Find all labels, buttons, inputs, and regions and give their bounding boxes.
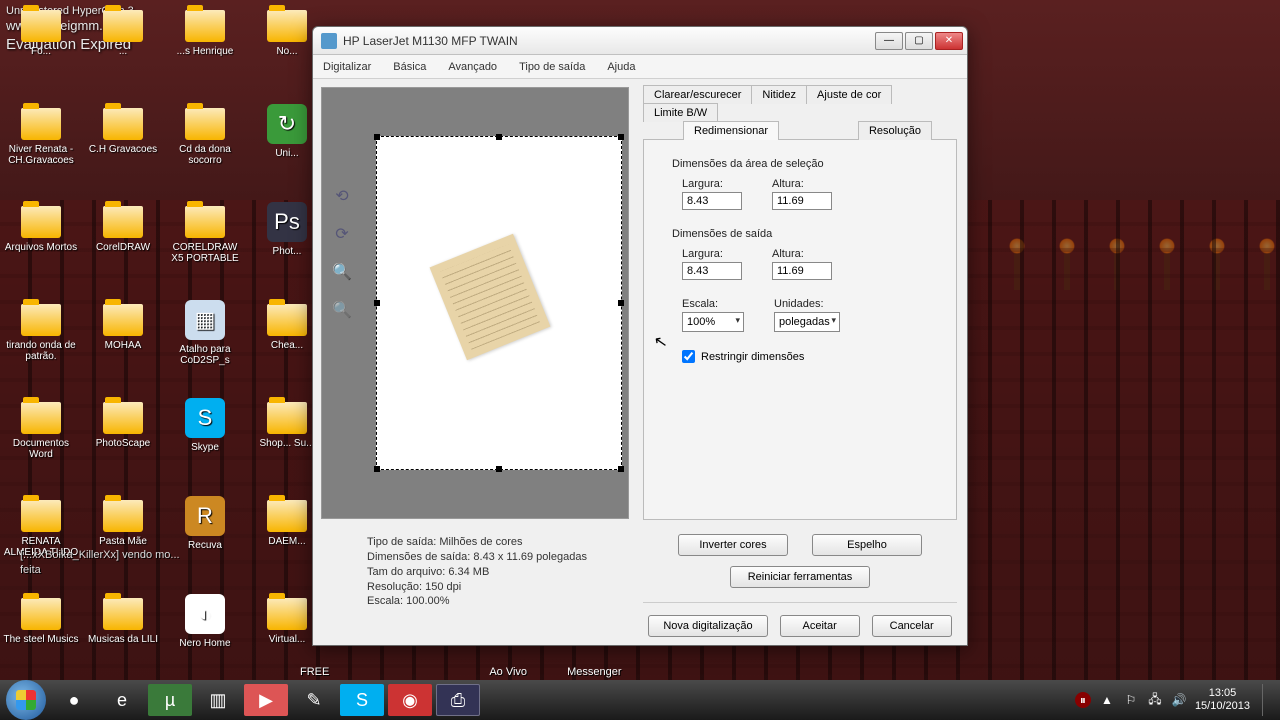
scanned-document [430, 234, 551, 360]
zoom-in-icon[interactable]: 🔍 [330, 260, 354, 284]
window-title: HP LaserJet M1130 MFP TWAIN [343, 34, 875, 48]
desktop-icon[interactable]: The steel Musics [2, 594, 80, 676]
app-icon [321, 33, 337, 49]
desktop-icon[interactable]: Niver Renata - CH.Gravacoes [2, 104, 80, 186]
desktop-icon[interactable]: RENATA ALMEIDA TUDO [2, 496, 80, 578]
restrict-checkbox[interactable] [682, 350, 695, 363]
sel-width-input[interactable] [682, 192, 742, 210]
desktop-icon[interactable]: PhotoScape [84, 398, 162, 480]
close-button[interactable]: ✕ [935, 32, 963, 50]
desktop-icon[interactable]: CorelDRAW [84, 202, 162, 284]
accept-button[interactable]: Aceitar [780, 615, 860, 637]
start-button[interactable] [6, 680, 46, 720]
desktop-icon[interactable]: MOHAA [84, 300, 162, 382]
tray-network-icon[interactable]: 🖧 [1147, 692, 1163, 708]
preview-area: ⟲ ⟳ 🔍 🔍 [321, 87, 629, 519]
show-desktop-button[interactable] [1262, 684, 1270, 716]
tab-nitidez[interactable]: Nitidez [751, 85, 807, 104]
output-dim-title: Dimensões de saída [672, 228, 942, 240]
tray-volume-icon[interactable]: 🔊 [1171, 692, 1187, 708]
desktop-icon[interactable]: Cd da dona socorro [166, 104, 244, 186]
out-width-input[interactable] [682, 262, 742, 280]
mirror-button[interactable]: Espelho [812, 534, 922, 556]
out-height-input[interactable] [772, 262, 832, 280]
scale-select[interactable]: 100% [682, 312, 744, 332]
units-select[interactable]: polegadas [774, 312, 840, 332]
menu-digitalizar[interactable]: Digitalizar [319, 59, 375, 75]
desktop-icon[interactable]: Pasta Mãe [84, 496, 162, 578]
selection-dim-title: Dimensões da área de seleção [672, 158, 942, 170]
desktop-icon[interactable]: ... [84, 6, 162, 88]
zoom-out-icon[interactable]: 🔍 [330, 298, 354, 322]
new-scan-button[interactable]: Nova digitalização [648, 615, 767, 637]
taskbar-utorrent[interactable]: µ [148, 684, 192, 716]
titlebar[interactable]: HP LaserJet M1130 MFP TWAIN — ▢ ✕ [313, 27, 967, 55]
desktop-icon[interactable]: Musicas da LILI [84, 594, 162, 676]
taskbar-scanner[interactable]: ⎙ [436, 684, 480, 716]
desktop-icon[interactable]: ...s Henrique [166, 6, 244, 88]
taskbar-ie[interactable]: e [100, 684, 144, 716]
desktop-icon[interactable]: Documentos Word [2, 398, 80, 480]
restrict-label: Restringir dimensões [701, 351, 804, 363]
menu-ajuda[interactable]: Ajuda [603, 59, 639, 75]
sel-height-label: Altura: [772, 178, 832, 190]
scanner-window: HP LaserJet M1130 MFP TWAIN — ▢ ✕ Digita… [312, 26, 968, 646]
sel-height-input[interactable] [772, 192, 832, 210]
desktop-icon[interactable]: Arquivos Mortos [2, 202, 80, 284]
tab-redimensionar[interactable]: Redimensionar [683, 121, 779, 140]
menu-tipo-saida[interactable]: Tipo de saída [515, 59, 589, 75]
tab-ajuste-cor[interactable]: Ajuste de cor [806, 85, 892, 104]
out-width-label: Largura: [682, 248, 742, 260]
quick-labels: FREE Ao Vivo Messenger [300, 666, 621, 678]
taskbar-skype[interactable]: S [340, 684, 384, 716]
desktop-icon[interactable]: tirando onda de patrão. [2, 300, 80, 382]
desktop-icon[interactable]: ▦Atalho para CoD2SP_s [166, 300, 244, 382]
tab-clarear[interactable]: Clarear/escurecer [643, 85, 752, 104]
output-metadata: Tipo de saída: Milhões de cores Dimensõe… [321, 535, 629, 609]
minimize-button[interactable]: — [875, 32, 903, 50]
scale-label: Escala: [682, 298, 744, 310]
taskbar-chrome[interactable]: ● [52, 684, 96, 716]
menu-basica[interactable]: Básica [389, 59, 430, 75]
desktop-icons-grid: Fo.........s HenriqueNo...Niver Renata -… [0, 0, 320, 682]
desktop-icon[interactable]: CORELDRAW X5 PORTABLE [166, 202, 244, 284]
rotate-left-icon[interactable]: ⟲ [330, 184, 354, 208]
out-height-label: Altura: [772, 248, 832, 260]
desktop-icon[interactable]: RRecuva [166, 496, 244, 578]
maximize-button[interactable]: ▢ [905, 32, 933, 50]
taskbar-explorer[interactable]: ▥ [196, 684, 240, 716]
rotate-right-icon[interactable]: ⟳ [330, 222, 354, 246]
sel-width-label: Largura: [682, 178, 742, 190]
tray-up-icon[interactable]: ▲ [1099, 692, 1115, 708]
resize-panel: Dimensões da área de seleção Largura: Al… [643, 140, 957, 520]
menubar: Digitalizar Básica Avançado Tipo de saíd… [313, 55, 967, 79]
tray-stop-icon[interactable]: ⏸ [1075, 692, 1091, 708]
desktop-icon[interactable]: SSkype [166, 398, 244, 480]
taskbar-notes[interactable]: ✎ [292, 684, 336, 716]
tray-flag-icon[interactable]: ⚐ [1123, 692, 1139, 708]
tab-resolucao[interactable]: Resolução [858, 121, 932, 140]
desktop-icon[interactable]: C.H Gravacoes [84, 104, 162, 186]
menu-avancado[interactable]: Avançado [444, 59, 501, 75]
invert-colors-button[interactable]: Inverter cores [678, 534, 788, 556]
tabs-row: Clarear/escurecer Nitidez Ajuste de cor … [643, 85, 957, 140]
reset-tools-button[interactable]: Reiniciar ferramentas [730, 566, 870, 588]
taskbar: ●eµ▥▶✎S◉⎙ ⏸ ▲ ⚐ 🖧 🔊 13:05 15/10/2013 [0, 680, 1280, 720]
units-label: Unidades: [774, 298, 840, 310]
tab-limite-bw[interactable]: Limite B/W [643, 103, 718, 122]
taskbar-clock[interactable]: 13:05 15/10/2013 [1195, 687, 1250, 713]
system-tray: ⏸ ▲ ⚐ 🖧 🔊 13:05 15/10/2013 [1075, 684, 1274, 716]
desktop-icon[interactable]: ◐Nero Home [166, 594, 244, 676]
desktop-icon[interactable]: Fo... [2, 6, 80, 88]
taskbar-media[interactable]: ▶ [244, 684, 288, 716]
taskbar-record[interactable]: ◉ [388, 684, 432, 716]
cancel-button[interactable]: Cancelar [872, 615, 952, 637]
scan-selection[interactable] [376, 136, 622, 470]
